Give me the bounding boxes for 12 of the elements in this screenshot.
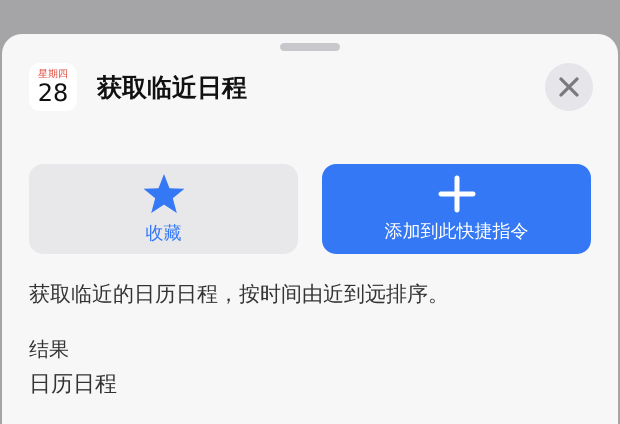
plus-icon	[438, 175, 476, 213]
star-icon	[142, 173, 186, 215]
action-title: 获取临近日程	[97, 72, 248, 104]
result-heading: 结果	[29, 336, 70, 363]
calendar-app-icon: 星期四 28	[29, 63, 77, 111]
drag-handle[interactable]	[280, 43, 340, 51]
close-icon	[559, 77, 579, 97]
add-to-shortcut-button[interactable]: 添加到此快捷指令	[322, 164, 591, 254]
close-button[interactable]	[545, 63, 593, 111]
favorite-button[interactable]: 收藏	[29, 164, 298, 254]
action-description: 获取临近的日历日程，按时间由近到远排序。	[29, 281, 450, 308]
result-value: 日历日程	[29, 371, 118, 399]
